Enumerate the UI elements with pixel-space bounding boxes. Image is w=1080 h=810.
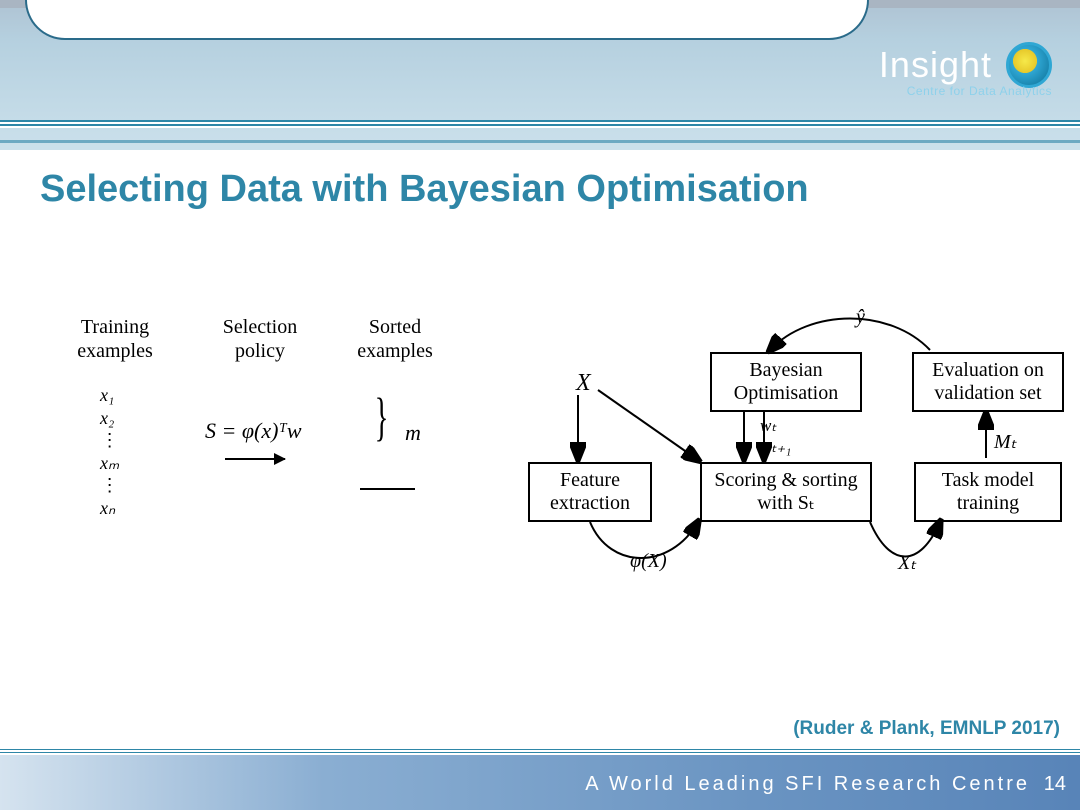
slide: Insight Centre for Data Analytics Select… xyxy=(0,0,1080,810)
wt1-label: wₜ₊₁ xyxy=(760,437,791,457)
col-sorted-label: Sorted examples xyxy=(340,315,450,363)
citation: (Ruder & Plank, EMNLP 2017) xyxy=(793,718,1060,740)
formula: S = φ(x)ᵀw xyxy=(205,418,302,443)
feature-extraction-box: Feature extraction xyxy=(528,462,652,522)
xt-label: Xₜ xyxy=(898,550,916,575)
slide-title: Selecting Data with Bayesian Optimisatio… xyxy=(40,168,809,211)
m-label: m xyxy=(405,420,421,446)
brand-orb-icon xyxy=(1006,42,1052,88)
task-model-box: Task model training xyxy=(914,462,1062,522)
header-rule xyxy=(0,120,1080,128)
vdots2: ⋮ xyxy=(100,474,119,497)
col-selection-label: Selection policy xyxy=(205,315,315,363)
xn: xₙ xyxy=(100,497,119,520)
footer: A World Leading SFI Research Centre 14 xyxy=(0,755,1080,810)
evaluation-box: Evaluation on validation set xyxy=(912,352,1064,412)
brand-name: Insight xyxy=(879,44,992,86)
yhat-label: ŷ xyxy=(856,306,865,329)
wt-label: wₜ xyxy=(760,416,776,436)
x2: x₂ xyxy=(100,407,119,430)
bayes-opt-box: Bayesian Optimisation xyxy=(710,352,862,412)
x1: x₁ xyxy=(100,384,119,407)
header-rule-2 xyxy=(0,140,1080,143)
brand-logo: Insight Centre for Data Analytics xyxy=(879,42,1052,98)
input-X: X xyxy=(576,370,591,397)
selection-formula-block: S = φ(x)ᵀw xyxy=(205,418,302,468)
vdots: ⋮ xyxy=(100,429,119,452)
phi-x-label: φ(X) xyxy=(630,550,667,573)
scoring-sorting-box: Scoring & sorting with Sₜ xyxy=(700,462,872,522)
header-curve xyxy=(25,0,869,40)
mt-label: Mₜ xyxy=(994,429,1017,454)
curly-brace-icon: } xyxy=(375,387,389,448)
brand-tagline: Centre for Data Analytics xyxy=(879,84,1052,98)
footer-text: A World Leading SFI Research Centre xyxy=(585,773,1030,796)
arrow-right-icon xyxy=(225,458,285,460)
col-training-label: Training examples xyxy=(60,315,170,363)
page-number: 14 xyxy=(1044,773,1066,796)
training-examples-list: x₁ x₂ ⋮ xₘ ⋮ xₙ xyxy=(100,384,119,519)
sorted-underline xyxy=(360,488,415,490)
xm: xₘ xyxy=(100,452,119,475)
